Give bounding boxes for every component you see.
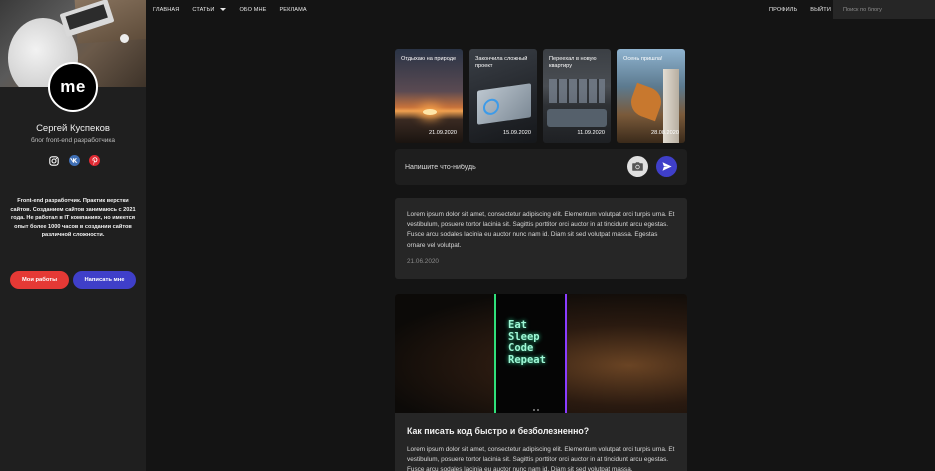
stories-row: Отдыхаю на природе 21.09.2020 Закончила … [395,49,687,143]
send-icon [662,162,672,171]
profile-subtitle: блог front-end разработчика [30,137,116,144]
post-date: 21.06.2020 [407,257,439,265]
phone-word: Eat [508,319,527,331]
nav-logout[interactable]: ВЫЙТИ [810,7,831,13]
phone-word: Repeat [508,353,546,366]
story-title: Закончила сложный проект [475,56,528,69]
nav-home[interactable]: ГЛАВНАЯ [153,7,179,13]
nav-about[interactable]: ОБО МНЕ [239,7,266,13]
post-card: Eat Sleep Code Repeat Как писать код быстро… [395,294,687,471]
story-date: 21.09.2020 [429,130,457,136]
story-date: 15.09.2020 [503,130,531,136]
nav-articles-label: СТАТЬИ [192,6,215,13]
camera-icon [632,162,643,171]
post-text: Lorem ipsum dolor sit amet, consectetur … [407,446,675,471]
phone-word: Code [508,342,534,354]
story-card[interactable]: Закончила сложный проект 15.09.2020 [469,49,537,143]
post-input[interactable] [395,149,615,185]
story-card[interactable]: Отдыхаю на природе 21.09.2020 [395,49,463,143]
pinterest-icon[interactable] [89,155,100,166]
social-links [48,155,100,166]
story-date: 28.08.2020 [651,130,679,136]
nav-profile[interactable]: ПРОФИЛЬ [769,7,797,13]
avatar[interactable]: me [48,62,98,112]
story-date: 11.09.2020 [577,130,605,136]
send-button[interactable] [656,156,677,177]
nav-articles[interactable]: СТАТЬИ [192,6,227,13]
story-card[interactable]: Осень пришла! 28.08.2020 [617,49,685,143]
story-title: Переехал в новую квартиру [549,56,597,69]
write-me-button[interactable]: Написать мне [73,271,136,289]
post-title[interactable]: Как писать код быстро и безболезненно? [407,426,589,436]
post-card: Lorem ipsum dolor sit amet, consectetur … [395,198,687,279]
phone-image: Eat Sleep Code Repeat [494,294,567,413]
profile-name: Сергей Куспеков [36,123,110,134]
attach-photo-button[interactable] [627,156,648,177]
post-image[interactable]: Eat Sleep Code Repeat [395,294,687,413]
phone-screen-text: Eat Sleep Code Repeat [508,319,546,366]
profile-sidebar: me Сергей Куспеков блог front-end разраб… [0,0,146,471]
top-navigation: ГЛАВНАЯ СТАТЬИ ОБО МНЕ РЕКЛАМА ПРОФИЛЬ В… [146,0,935,19]
instagram-icon[interactable] [48,155,59,166]
story-card[interactable]: Переехал в новую квартиру 11.09.2020 [543,49,611,143]
profile-bio: Front-end разработчик. Практик верстки с… [10,198,136,239]
post-text: Lorem ipsum dolor sit amet, consectetur … [407,211,675,249]
story-title: Осень пришла! [623,56,663,62]
vk-icon[interactable] [68,155,80,166]
nav-ads[interactable]: РЕКЛАМА [279,7,306,13]
story-title: Отдыхаю на природе [401,56,457,62]
my-works-button[interactable]: Мои работы [10,271,69,289]
chevron-down-icon [220,8,227,11]
search-input[interactable] [833,0,935,19]
post-composer [395,149,687,185]
